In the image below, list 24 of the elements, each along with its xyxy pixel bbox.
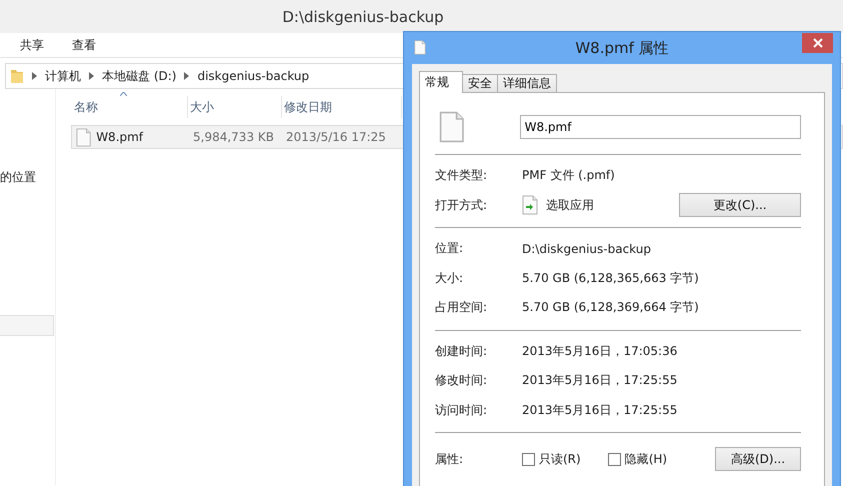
property-value: 2013年5月16日，17:25:55: [522, 402, 678, 419]
property-label: 访问时间:: [435, 402, 488, 419]
property-label: 大小:: [435, 270, 464, 287]
property-value: 5.70 GB (6,128,365,663 字节): [522, 270, 700, 287]
property-value: 2013年5月16日，17:05:36: [522, 342, 678, 360]
property-label: 文件类型:: [435, 167, 488, 184]
dialog-title: W8.pmf 属性: [575, 38, 669, 58]
property-label: 打开方式:: [435, 196, 488, 214]
property-label: 修改时间:: [435, 372, 488, 390]
property-label: 属性:: [435, 450, 464, 468]
window-title: D:\diskgenius-backup: [282, 8, 444, 26]
property-label: 位置:: [435, 240, 464, 258]
file-name: W8.pmf: [96, 130, 144, 144]
property-value: PMF 文件 (.pmf): [522, 167, 616, 184]
property-value: 2013年5月16日，17:25:55: [522, 372, 678, 390]
property-value: 选取应用: [546, 196, 594, 214]
file-date: 2013/5/16 17:25: [285, 130, 387, 144]
property-label: 创建时间:: [435, 342, 488, 360]
checkbox-label: 隐藏(H): [624, 450, 668, 468]
property-value: D:\diskgenius-backup: [522, 242, 652, 256]
checkbox-label: 只读(R): [539, 450, 581, 468]
property-label: 占用空间:: [435, 299, 488, 316]
file-size: 5,984,733 KB: [192, 130, 275, 144]
property-value: 5.70 GB (6,128,369,664 字节): [522, 299, 700, 316]
